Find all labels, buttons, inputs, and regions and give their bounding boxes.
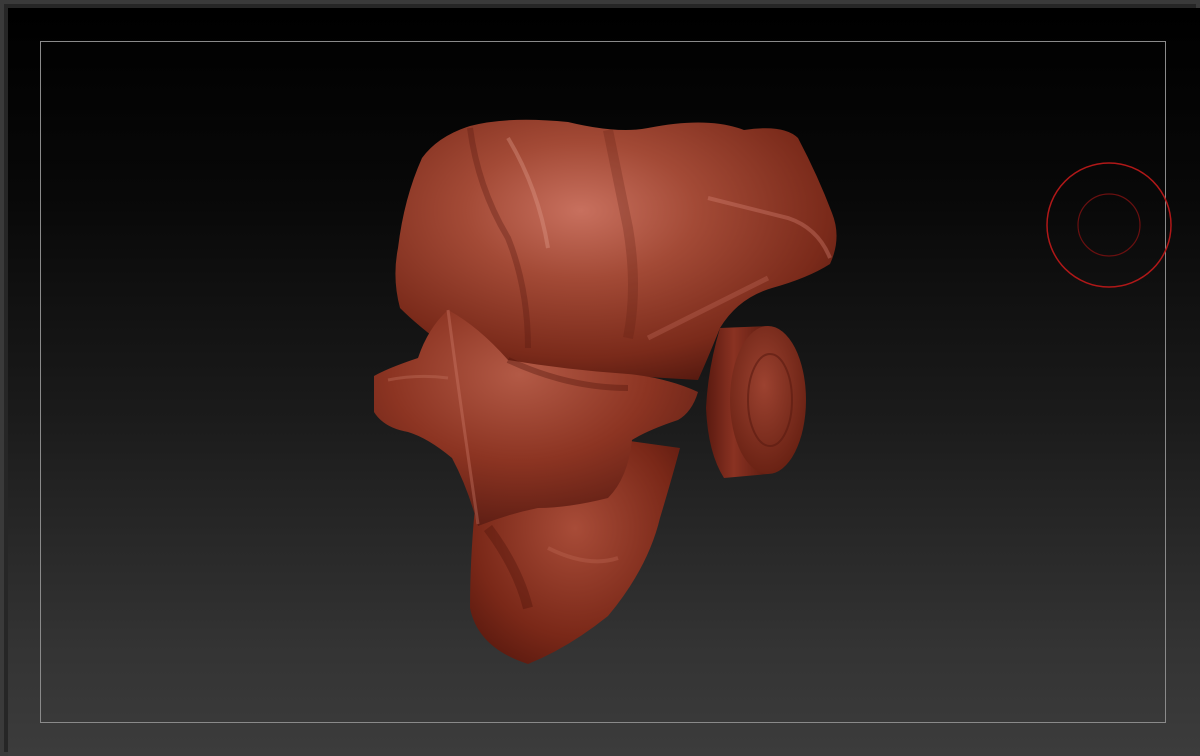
zbrush-window: [0, 0, 1200, 756]
ear-cylinder: [706, 326, 806, 478]
gizmo-inner-ring: [1077, 193, 1141, 257]
gizmo-outer-ring: [1046, 162, 1172, 288]
rotation-gizmo[interactable]: [1044, 160, 1174, 290]
document-canvas[interactable]: [8, 8, 1200, 756]
sculpted-head-model[interactable]: [8, 8, 1200, 756]
